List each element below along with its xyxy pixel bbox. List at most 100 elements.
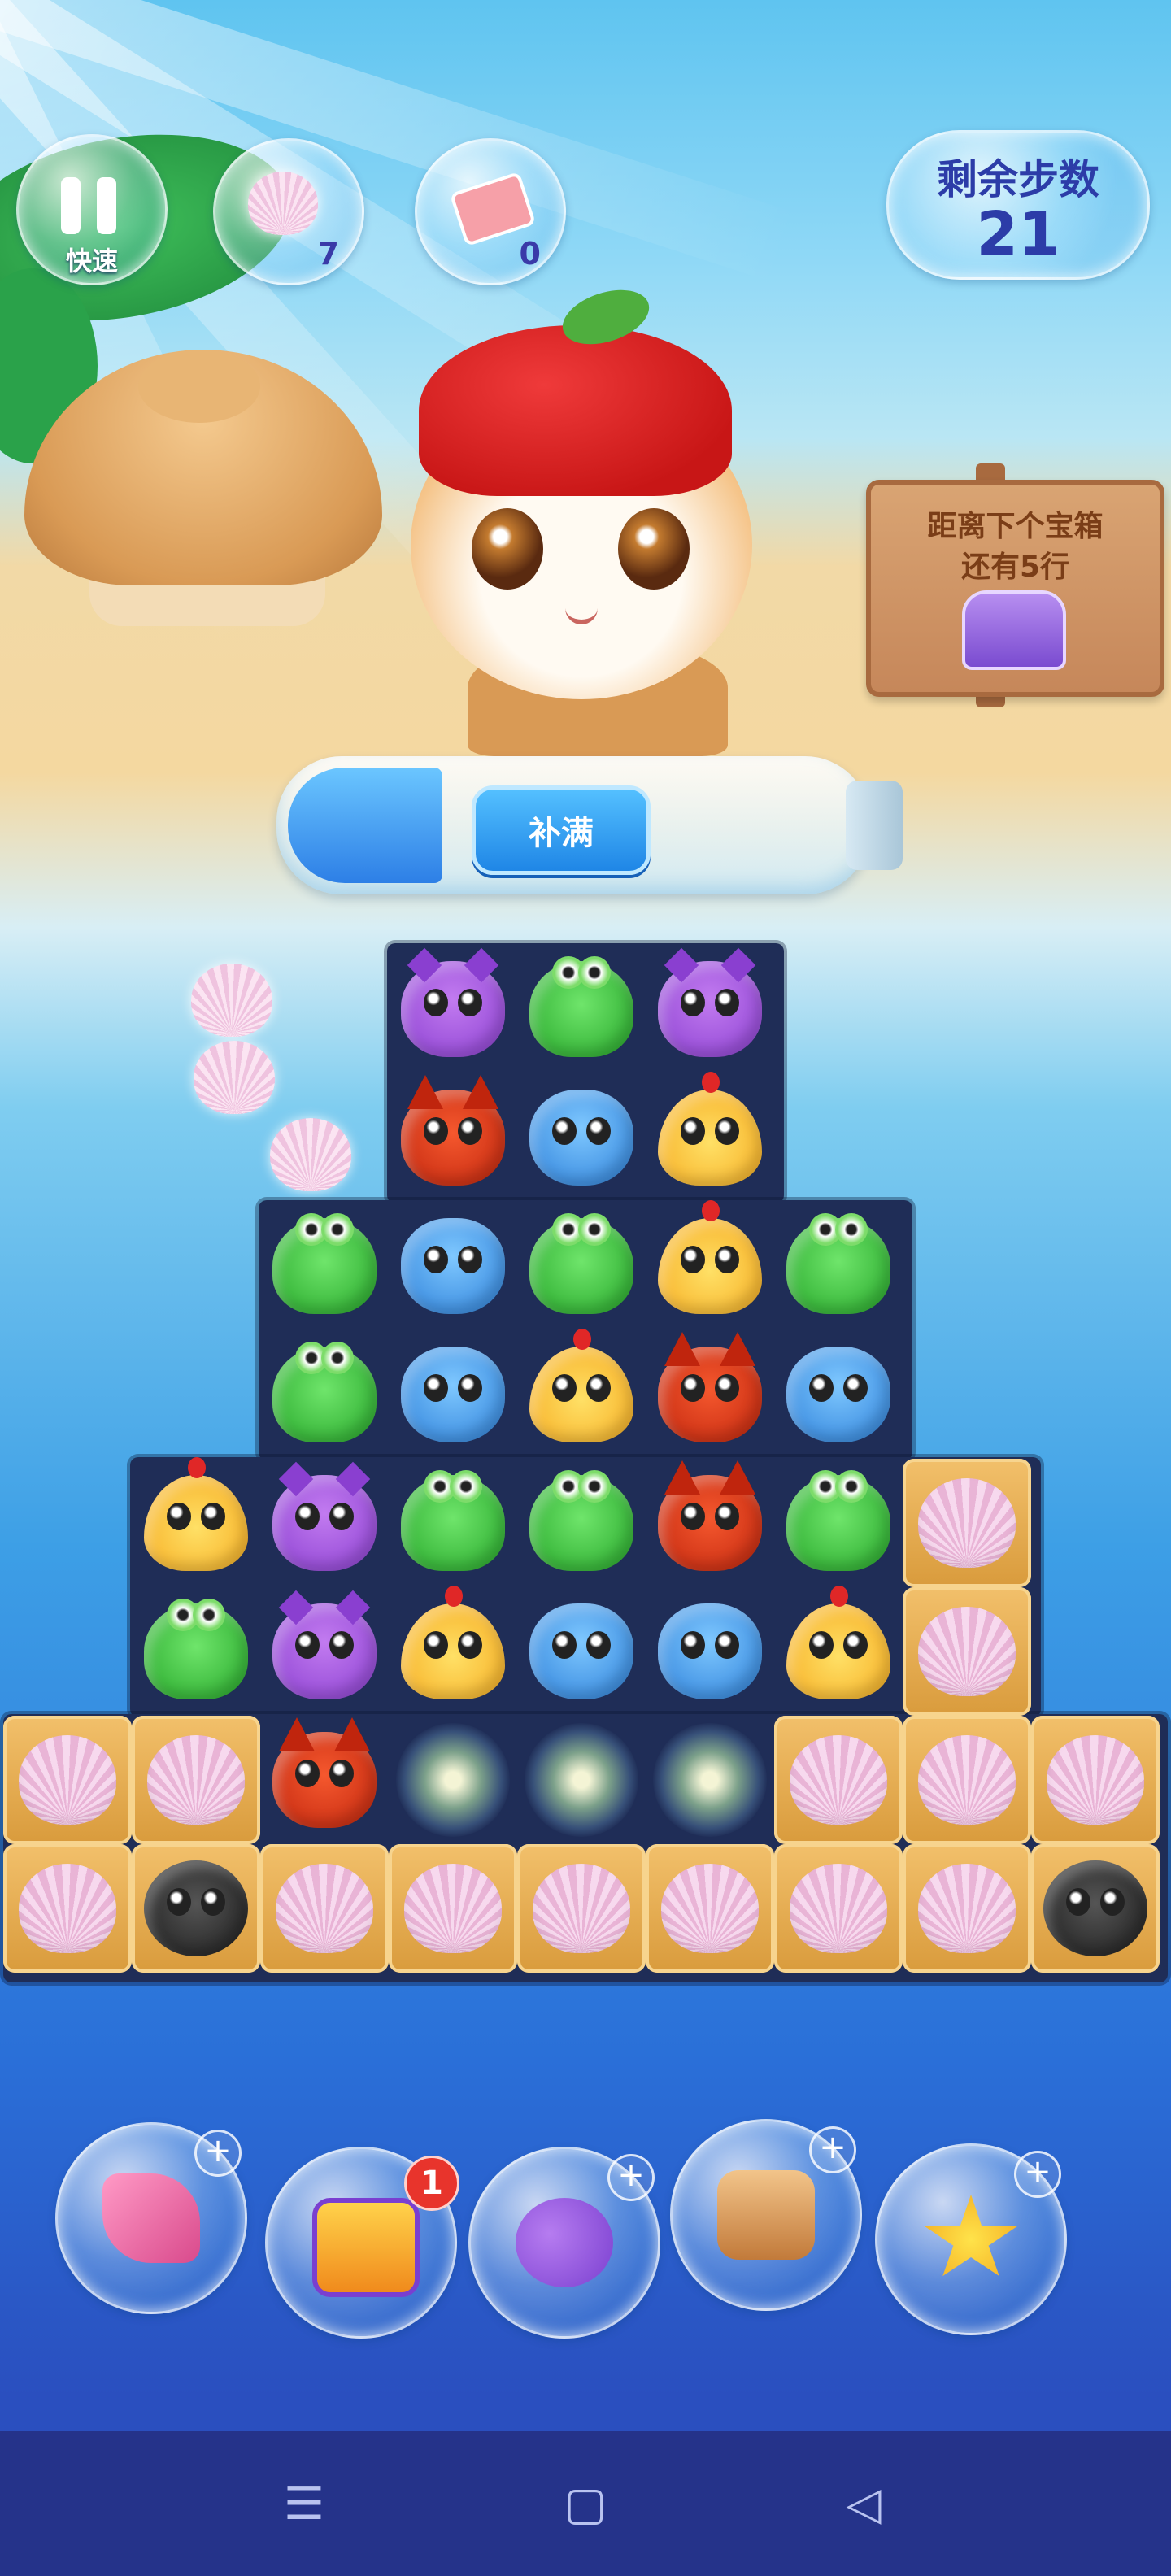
piece-eye — [578, 1213, 611, 1246]
board-cell-frog[interactable] — [389, 1459, 517, 1587]
piece-eye — [715, 1503, 739, 1530]
board-cell-fox[interactable] — [389, 1073, 517, 1202]
piece-eye — [578, 956, 611, 989]
refill-button[interactable]: 补满 — [472, 785, 651, 875]
board-cell-shell-tile[interactable] — [389, 1844, 517, 1973]
board-cell-shell-tile[interactable] — [646, 1844, 774, 1973]
piece-eye — [586, 1374, 611, 1402]
board-cell-shell-tile[interactable] — [517, 1844, 646, 1973]
piece-eye — [843, 1631, 868, 1659]
board-cell-owl[interactable] — [389, 945, 517, 1073]
owl-piece — [272, 1475, 377, 1571]
board-cell-frog[interactable] — [132, 1587, 260, 1716]
piece-eye — [295, 1631, 320, 1659]
moves-title: 剩余步数 — [937, 156, 1099, 203]
board-cell-shell-tile[interactable] — [132, 1716, 260, 1844]
board-cell-black-fluff[interactable] — [132, 1844, 260, 1973]
booster-shuffle-button[interactable]: 1 — [265, 2147, 459, 2339]
board-cell-frog[interactable] — [517, 945, 646, 1073]
board-cell-chick[interactable] — [646, 1072, 774, 1202]
board-cell-chick[interactable] — [517, 1329, 646, 1459]
board-cell-chick[interactable] — [646, 1200, 774, 1330]
piece-eye — [167, 1503, 191, 1530]
board-cell-sparkle[interactable] — [517, 1716, 646, 1844]
piece-eye — [681, 1246, 705, 1273]
piece-eye — [424, 989, 448, 1016]
shell-tile-piece — [19, 1864, 116, 1953]
board-cell-fox[interactable] — [260, 1716, 389, 1844]
board-cell-shell-tile[interactable] — [903, 1844, 1031, 1973]
board-cell-chick[interactable] — [774, 1586, 903, 1716]
piece-eye — [715, 1374, 739, 1402]
board-cell-owl[interactable] — [260, 1459, 389, 1587]
piece-eye — [809, 1374, 834, 1402]
piece-eye — [295, 1760, 320, 1787]
pause-button[interactable]: 快速 — [16, 134, 168, 285]
board-cell-shell-tile[interactable] — [774, 1716, 903, 1844]
piece-eye — [835, 1213, 868, 1246]
board-cell-frog[interactable] — [774, 1459, 903, 1587]
booster-broom-button[interactable]: + — [55, 2122, 247, 2314]
board-cell-frog[interactable] — [517, 1202, 646, 1330]
board-cell-chick[interactable] — [132, 1457, 260, 1587]
booster-star-wand-button[interactable]: + — [875, 2143, 1067, 2335]
board-cell-hippo[interactable] — [774, 1330, 903, 1459]
menu-icon[interactable]: ☰ — [272, 2480, 337, 2529]
board-cell-owl[interactable] — [646, 945, 774, 1073]
shell-tile-piece — [19, 1735, 116, 1825]
add-booster-icon[interactable]: + — [607, 2154, 655, 2201]
board-cell-hippo[interactable] — [646, 1587, 774, 1716]
home-icon[interactable]: ▢ — [553, 2480, 618, 2529]
board-cell-fox[interactable] — [646, 1330, 774, 1459]
board-cell-fox[interactable] — [646, 1459, 774, 1587]
board-cell-shell-tile[interactable] — [3, 1716, 132, 1844]
board-cell-frog[interactable] — [517, 1459, 646, 1587]
fox-piece — [272, 1717, 377, 1828]
board-cell-frog[interactable] — [260, 1330, 389, 1459]
board-cell-shell-tile[interactable] — [1031, 1716, 1160, 1844]
shell-tile-piece — [918, 1478, 1016, 1568]
piece-eye — [193, 1599, 225, 1631]
piece-eye — [715, 1117, 739, 1145]
board-cell-black-fluff[interactable] — [1031, 1844, 1160, 1973]
piece-eye — [809, 1631, 834, 1659]
board-cell-shell-tile[interactable] — [3, 1844, 132, 1973]
booster-swap-button[interactable]: + — [468, 2147, 660, 2339]
board-cell-frog[interactable] — [260, 1202, 389, 1330]
board-cell-frog[interactable] — [774, 1202, 903, 1330]
piece-eye — [458, 1246, 482, 1273]
add-booster-icon[interactable]: + — [809, 2126, 856, 2174]
booster-hammer-button[interactable]: + — [670, 2119, 862, 2311]
piece-eye — [458, 1631, 482, 1659]
piece-eye — [578, 1470, 611, 1503]
board-cell-shell-tile[interactable] — [903, 1587, 1031, 1716]
chest-progress-sign: 距离下个宝箱 还有5行 — [866, 480, 1164, 697]
piece-eye — [552, 1117, 577, 1145]
board-cell-shell-tile[interactable] — [903, 1716, 1031, 1844]
board-cell-sparkle[interactable] — [646, 1716, 774, 1844]
board-cell-hippo[interactable] — [389, 1202, 517, 1330]
shell-tile-piece — [790, 1735, 887, 1825]
board-cell-hippo[interactable] — [517, 1073, 646, 1202]
fox-piece — [658, 1332, 762, 1442]
hippo-piece — [658, 1603, 762, 1699]
add-booster-icon[interactable]: + — [1014, 2151, 1061, 2198]
board-cell-owl[interactable] — [260, 1587, 389, 1716]
shell-tile-piece — [918, 1735, 1016, 1825]
board-cell-chick[interactable] — [389, 1586, 517, 1716]
board-cell-sparkle[interactable] — [389, 1716, 517, 1844]
cat-hat — [419, 325, 732, 496]
add-booster-icon[interactable]: + — [194, 2130, 242, 2177]
board-cell-shell-tile[interactable] — [260, 1844, 389, 1973]
board-cell-shell-tile[interactable] — [774, 1844, 903, 1973]
sparkle-piece — [396, 1723, 510, 1837]
board-cell-shell-tile[interactable] — [903, 1459, 1031, 1587]
board-cell-hippo[interactable] — [517, 1587, 646, 1716]
pause-icon — [61, 177, 81, 234]
piece-eye — [450, 1470, 482, 1503]
ticket-count: 0 — [519, 236, 541, 272]
sparkle-piece — [653, 1723, 767, 1837]
back-icon[interactable]: ◁ — [831, 2480, 896, 2529]
board-cell-hippo[interactable] — [389, 1330, 517, 1459]
bottle-cork — [846, 781, 903, 870]
